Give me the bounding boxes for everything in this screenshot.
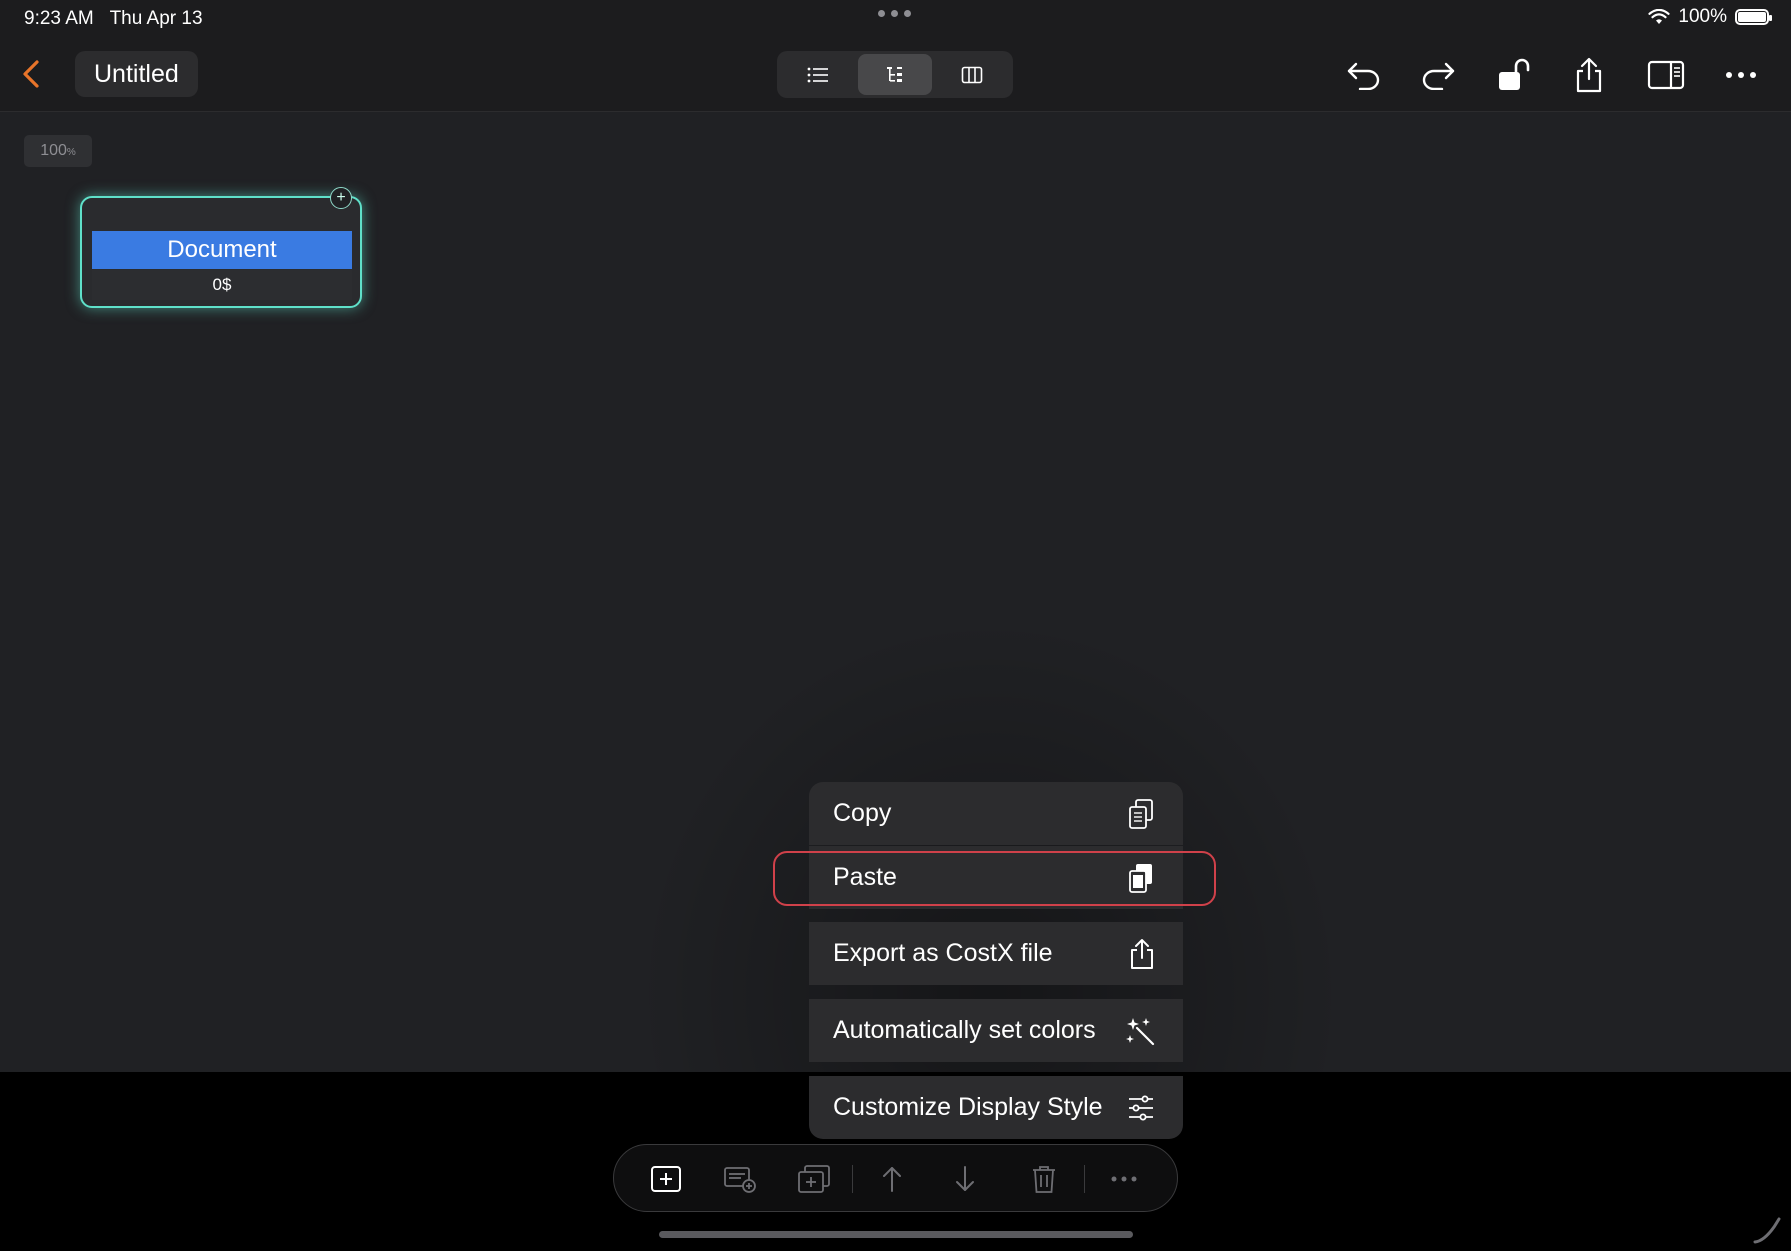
add-node-button[interactable] <box>646 1159 686 1199</box>
arrow-down-icon <box>956 1166 974 1191</box>
battery-icon <box>1735 9 1772 25</box>
delete-button[interactable] <box>1024 1159 1064 1199</box>
document-title[interactable]: Untitled <box>75 51 198 97</box>
more-button[interactable] <box>1718 52 1764 98</box>
wifi-icon <box>1648 9 1670 24</box>
status-time: 9:23 AM Thu Apr 13 <box>24 8 203 30</box>
sliders-icon <box>1129 1095 1153 1120</box>
back-button[interactable] <box>14 54 48 94</box>
pencil-indicator-icon <box>1752 1215 1782 1245</box>
toolbar-more-button[interactable] <box>1104 1159 1144 1199</box>
sidebar-toggle-button[interactable] <box>1643 52 1689 98</box>
zoom-indicator[interactable]: 100% <box>24 135 92 167</box>
duplicate-button[interactable] <box>794 1159 834 1199</box>
toolbar-divider <box>1084 1165 1085 1193</box>
trash-icon <box>1033 1166 1055 1193</box>
zoom-value: 100 <box>40 142 67 159</box>
redo-icon <box>1422 62 1455 90</box>
share-button[interactable] <box>1566 52 1612 98</box>
undo-button[interactable] <box>1341 52 1387 98</box>
share-icon <box>1576 57 1602 93</box>
undo-icon <box>1347 62 1380 90</box>
sparkles-icon <box>1126 1017 1155 1045</box>
duplicate-icon <box>798 1165 830 1193</box>
node-value: 0$ <box>92 270 352 300</box>
document-node[interactable]: Document 0$ <box>80 196 362 308</box>
share-icon <box>1131 938 1153 969</box>
redo-button[interactable] <box>1415 52 1461 98</box>
paste-icon <box>1129 863 1152 893</box>
move-down-button[interactable] <box>945 1159 985 1199</box>
status-right: 100% <box>1648 6 1772 28</box>
status-date: Thu Apr 13 <box>109 8 203 29</box>
view-switcher <box>777 51 1013 98</box>
status-clock: 9:23 AM <box>24 8 94 29</box>
menu-item-auto-colors[interactable]: Automatically set colors <box>809 999 1183 1062</box>
columns-view-icon <box>961 66 982 83</box>
top-bar: 9:23 AM Thu Apr 13 100% Untitled <box>0 0 1791 112</box>
battery-percent: 100% <box>1678 6 1727 27</box>
bottom-toolbar <box>613 1144 1178 1212</box>
zoom-unit: % <box>66 147 76 158</box>
unlock-icon <box>1499 58 1530 90</box>
node-title: Document <box>92 231 352 269</box>
columns-view-button[interactable] <box>934 54 1009 95</box>
chevron-left-icon <box>23 60 39 88</box>
list-view-button[interactable] <box>781 54 856 95</box>
more-icon <box>1726 72 1756 78</box>
sidebar-icon <box>1647 60 1685 90</box>
menu-item-label: Copy <box>833 799 892 827</box>
toolbar-divider <box>852 1165 853 1193</box>
menu-item-display-style[interactable]: Customize Display Style <box>809 1076 1183 1139</box>
menu-item-label: Automatically set colors <box>833 1016 1096 1044</box>
menu-item-paste[interactable]: Paste <box>809 846 1183 909</box>
tree-view-icon <box>887 66 902 82</box>
menu-item-copy[interactable]: Copy <box>809 782 1183 845</box>
add-node-icon <box>651 1166 681 1192</box>
menu-item-export[interactable]: Export as CostX file <box>809 922 1183 985</box>
add-subnode-button[interactable] <box>720 1159 760 1199</box>
move-up-button[interactable] <box>872 1159 912 1199</box>
lock-button[interactable] <box>1491 52 1537 98</box>
menu-item-label: Customize Display Style <box>833 1093 1103 1121</box>
tree-view-button[interactable] <box>857 54 933 95</box>
add-child-icon[interactable]: + <box>330 187 352 209</box>
add-subnode-icon <box>724 1167 756 1193</box>
menu-item-label: Paste <box>833 863 897 891</box>
copy-icon <box>1129 798 1153 829</box>
home-indicator <box>659 1231 1133 1238</box>
menu-item-label: Export as CostX file <box>833 939 1053 967</box>
multitasking-dots-icon[interactable] <box>878 10 914 24</box>
list-view-icon <box>807 67 829 82</box>
more-icon <box>1111 1176 1137 1182</box>
arrow-up-icon <box>883 1167 901 1192</box>
